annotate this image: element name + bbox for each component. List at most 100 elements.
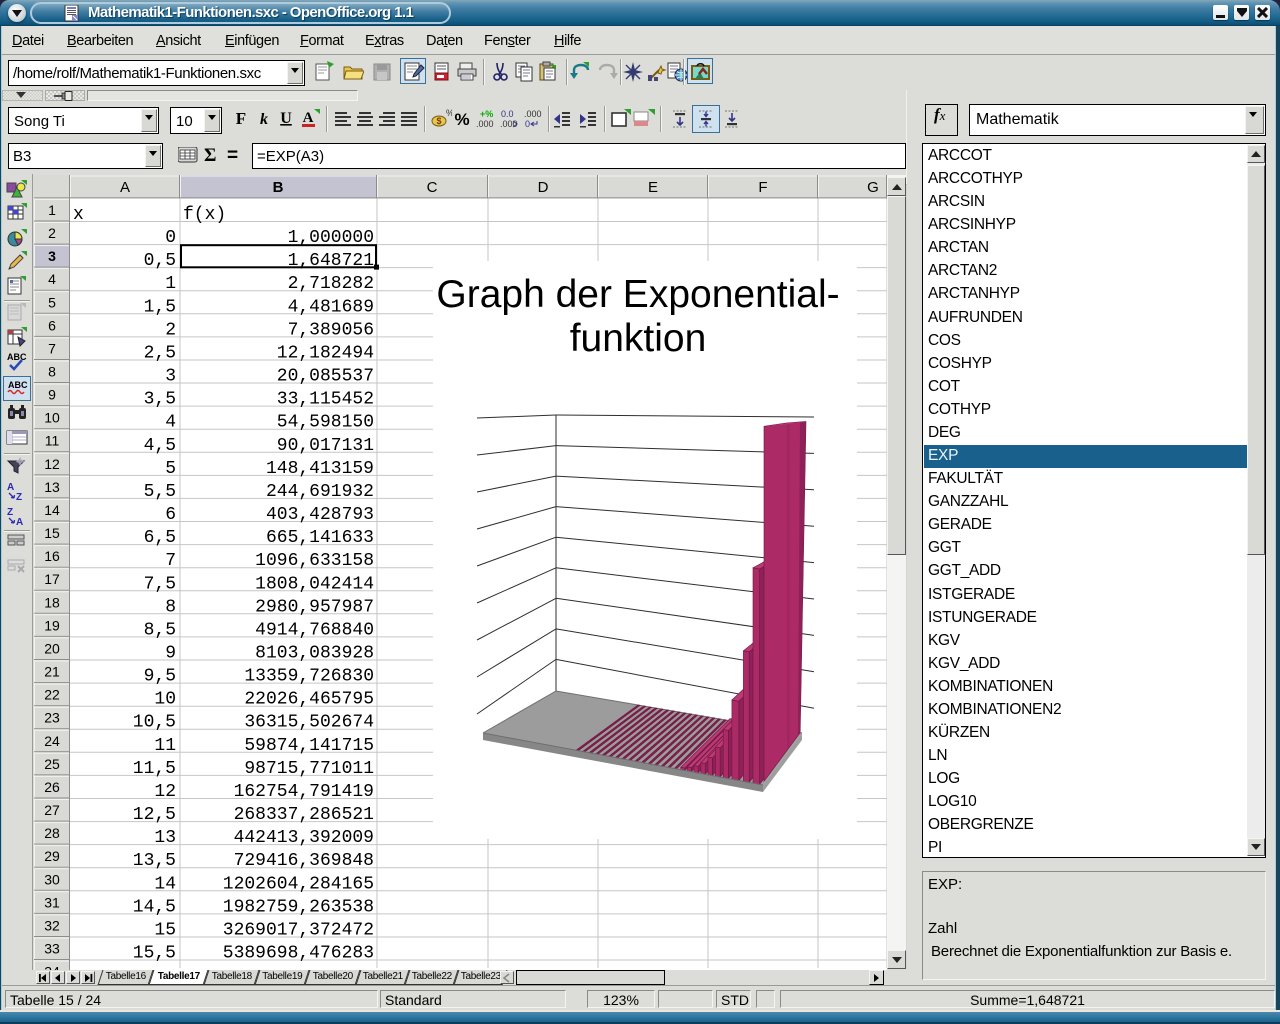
svg-text:25: 25: [44, 756, 60, 772]
svg-text:3: 3: [165, 367, 176, 387]
svg-text:k: k: [260, 111, 268, 128]
svg-text:13359,726830: 13359,726830: [244, 667, 374, 687]
svg-text:15: 15: [154, 921, 176, 941]
svg-text:0: 0: [165, 228, 176, 248]
svg-text:5: 5: [165, 459, 176, 479]
svg-text:2: 2: [165, 320, 176, 340]
svg-text:.000: .000: [524, 109, 542, 119]
svg-text:13,5: 13,5: [133, 851, 176, 871]
svg-text:A: A: [16, 517, 23, 528]
svg-text:U: U: [280, 110, 292, 127]
svg-text:36315,502674: 36315,502674: [244, 713, 374, 733]
svg-text:10: 10: [154, 690, 176, 710]
svg-text:F: F: [236, 109, 246, 128]
svg-text:17: 17: [44, 571, 60, 587]
svg-text:15,5: 15,5: [133, 944, 176, 964]
svg-text:14,5: 14,5: [133, 897, 176, 917]
svg-text:ABC: ABC: [7, 352, 27, 362]
svg-text:90,017131: 90,017131: [277, 436, 374, 456]
svg-text:1: 1: [48, 202, 56, 218]
svg-text:22: 22: [44, 687, 60, 703]
svg-text:442413,392009: 442413,392009: [234, 828, 374, 848]
svg-text:1096,633158: 1096,633158: [255, 551, 374, 571]
svg-text:Z: Z: [16, 492, 22, 503]
svg-text:A: A: [303, 110, 314, 126]
svg-text:D: D: [538, 179, 549, 196]
svg-text:3,5: 3,5: [144, 390, 176, 410]
svg-text:2,718282: 2,718282: [288, 274, 374, 294]
svg-text:20,085537: 20,085537: [277, 367, 374, 387]
svg-text:x: x: [73, 205, 84, 225]
svg-text:8: 8: [48, 364, 56, 380]
svg-text:18: 18: [44, 594, 60, 610]
svg-text:11,5: 11,5: [133, 759, 176, 779]
svg-text:9: 9: [48, 387, 56, 403]
svg-text:6: 6: [165, 505, 176, 525]
svg-text:5: 5: [48, 294, 56, 310]
svg-text:15: 15: [44, 525, 60, 541]
svg-text:54,598150: 54,598150: [277, 413, 374, 433]
svg-text:29: 29: [44, 848, 60, 864]
svg-text:G: G: [867, 179, 879, 196]
svg-text:A: A: [7, 482, 14, 493]
svg-text:7: 7: [165, 551, 176, 571]
svg-text:10,5: 10,5: [133, 713, 176, 733]
svg-text:8: 8: [165, 597, 176, 617]
svg-text:A: A: [120, 179, 130, 196]
svg-text:162754,791419: 162754,791419: [234, 782, 374, 802]
svg-text:6,5: 6,5: [144, 528, 176, 548]
svg-text:funktion: funktion: [570, 317, 707, 360]
svg-text:6: 6: [48, 317, 56, 333]
svg-text:20: 20: [44, 641, 60, 657]
svg-text:12,182494: 12,182494: [277, 344, 374, 364]
svg-text:3269017,372472: 3269017,372472: [223, 921, 374, 941]
svg-text:4: 4: [48, 271, 56, 287]
svg-text:11: 11: [154, 736, 176, 756]
svg-text:1982759,263538: 1982759,263538: [223, 897, 374, 917]
svg-text:98715,771011: 98715,771011: [244, 759, 374, 779]
svg-text:1: 1: [165, 274, 176, 294]
svg-text:7,389056: 7,389056: [288, 320, 374, 340]
svg-text:1808,042414: 1808,042414: [255, 574, 374, 594]
svg-text:7: 7: [48, 340, 56, 356]
svg-text:665,141633: 665,141633: [266, 528, 374, 548]
svg-text:.000: .000: [476, 119, 494, 129]
svg-text:Z: Z: [7, 507, 13, 518]
svg-text:59874,141715: 59874,141715: [244, 736, 374, 756]
svg-text:13: 13: [44, 479, 60, 495]
svg-text:22026,465795: 22026,465795: [244, 690, 374, 710]
svg-text:33: 33: [44, 941, 60, 957]
svg-text:0.0: 0.0: [501, 109, 514, 119]
svg-text:%: %: [454, 110, 469, 129]
svg-text:C: C: [427, 179, 438, 196]
svg-text:0,5: 0,5: [144, 251, 176, 271]
svg-text:12: 12: [154, 782, 176, 802]
svg-text:19: 19: [44, 617, 60, 633]
svg-text:7,5: 7,5: [144, 574, 176, 594]
svg-text:Graph der Exponential-: Graph der Exponential-: [436, 273, 839, 316]
svg-text:10: 10: [44, 410, 60, 426]
svg-text:9: 9: [165, 644, 176, 664]
svg-text:2: 2: [48, 225, 56, 241]
svg-text:14: 14: [154, 874, 176, 894]
svg-text:4914,768840: 4914,768840: [255, 620, 374, 640]
svg-text:5389698,476283: 5389698,476283: [223, 944, 374, 964]
svg-text:33,115452: 33,115452: [277, 390, 374, 410]
svg-text:4,481689: 4,481689: [288, 297, 374, 317]
svg-text:21: 21: [44, 664, 60, 680]
svg-text:9,5: 9,5: [144, 667, 176, 687]
svg-text:$: $: [436, 116, 441, 126]
svg-text:F: F: [758, 179, 767, 196]
svg-text:B: B: [273, 179, 284, 196]
svg-text:2,5: 2,5: [144, 344, 176, 364]
svg-text:12: 12: [44, 456, 60, 472]
svg-text:268337,286521: 268337,286521: [234, 805, 374, 825]
svg-text:3: 3: [48, 248, 56, 264]
svg-text:27: 27: [44, 802, 60, 818]
svg-text:148,413159: 148,413159: [266, 459, 374, 479]
svg-text:14: 14: [44, 502, 60, 518]
svg-text:E: E: [648, 179, 658, 196]
svg-text:244,691932: 244,691932: [266, 482, 374, 502]
svg-text:28: 28: [44, 825, 60, 841]
svg-text:2980,957987: 2980,957987: [255, 597, 374, 617]
